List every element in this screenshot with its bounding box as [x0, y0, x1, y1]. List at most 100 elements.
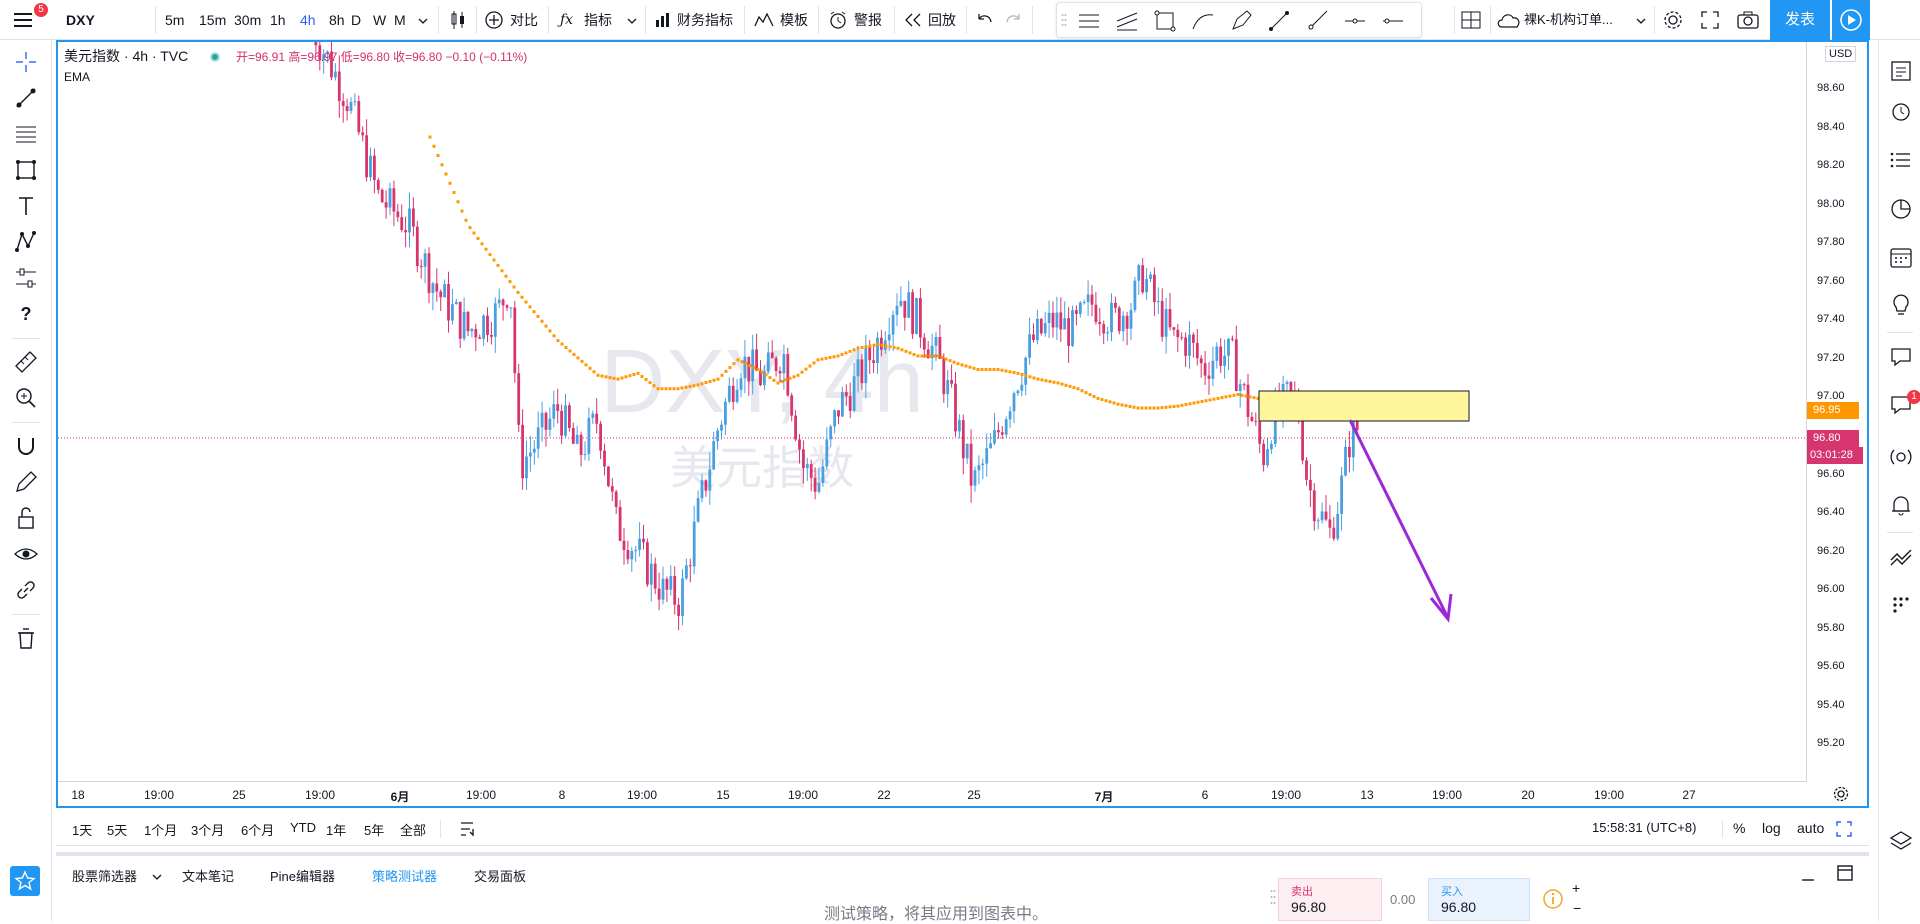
parallel-channel-icon[interactable] [1077, 9, 1101, 36]
indicators-button[interactable]: 指标 [584, 0, 612, 40]
settings-gear-icon[interactable] [1662, 9, 1684, 34]
maximize-chart-icon[interactable] [1836, 821, 1852, 840]
indicator-legend-ema[interactable]: EMA [64, 70, 527, 84]
publish-button[interactable]: 发表 [1770, 0, 1830, 40]
timeframe-M[interactable]: M [394, 0, 406, 40]
magnet-icon[interactable] [12, 432, 40, 460]
rectangle-tool-icon[interactable] [1153, 9, 1177, 36]
quantity-minus-icon[interactable]: − [1573, 900, 1581, 916]
alarm-clock-icon[interactable] [828, 10, 848, 33]
lock-icon[interactable] [12, 504, 40, 532]
geometric-shapes-icon[interactable] [12, 156, 40, 184]
go-to-date-icon[interactable] [458, 820, 478, 841]
camera-icon[interactable] [1736, 10, 1760, 33]
indicators-dropdown-icon[interactable] [627, 14, 637, 29]
curve-tool-icon[interactable] [1191, 9, 1215, 36]
range-6[interactable]: 1年 [326, 820, 346, 839]
trash-icon[interactable] [12, 624, 40, 652]
compare-icon[interactable] [484, 10, 504, 33]
maximize-panel-icon[interactable] [1836, 864, 1854, 885]
notifications-bell-icon[interactable] [1888, 492, 1914, 518]
clock-timezone[interactable]: 15:58:31 (UTC+8) [1592, 820, 1696, 835]
bottom-tab-1[interactable]: 文本笔记 [182, 866, 234, 885]
crosshair-icon[interactable] [12, 48, 40, 76]
data-window-icon[interactable] [1888, 148, 1914, 174]
price-chart[interactable]: DXY, 4h 美元指数 [58, 42, 1806, 781]
bottom-tab-4[interactable]: 交易面板 [474, 866, 526, 885]
undo-icon[interactable] [976, 12, 994, 31]
minimize-panel-icon[interactable] [1800, 868, 1816, 887]
info-icon[interactable] [1542, 888, 1564, 913]
timeframe-W[interactable]: W [373, 0, 386, 40]
watchlist-icon[interactable] [1888, 58, 1914, 84]
range-3[interactable]: 3个月 [191, 820, 224, 839]
bottom-tab-3[interactable]: 策略测试器 [372, 866, 437, 885]
screener-dropdown-icon[interactable] [152, 870, 162, 885]
compare-button[interactable]: 对比 [510, 0, 538, 40]
favorites-star-icon[interactable] [10, 866, 40, 896]
auto-toggle[interactable]: auto [1797, 820, 1824, 836]
cloud-icon[interactable] [1496, 11, 1522, 32]
regression-trend-icon[interactable] [1115, 9, 1139, 36]
price-scale[interactable]: USD 98.60 98.40 98.20 98.00 97.80 97.60 97.40 9… [1806, 42, 1867, 782]
chat-icon[interactable] [1888, 344, 1914, 370]
replay-button[interactable]: 回放 [928, 0, 956, 40]
financials-icon[interactable] [654, 11, 672, 32]
fullscreen-icon[interactable] [1700, 10, 1720, 33]
timeframe-30m[interactable]: 30m [234, 0, 261, 40]
dots-grid-icon[interactable] [1888, 592, 1914, 618]
trendline-tool-icon[interactable] [12, 84, 40, 112]
buy-button[interactable]: 买入 96.80 [1428, 878, 1530, 921]
drag-handle-icon[interactable] [1061, 13, 1067, 32]
layout-dropdown-icon[interactable] [1636, 14, 1646, 29]
ruler-icon[interactable] [12, 348, 40, 376]
range-5[interactable]: YTD [290, 820, 316, 835]
help-icon[interactable]: ? [12, 300, 40, 328]
currency-label[interactable]: USD [1825, 46, 1857, 62]
templates-icon[interactable] [754, 11, 774, 32]
zoom-in-icon[interactable] [12, 384, 40, 412]
ray-icon[interactable] [1305, 9, 1329, 36]
quantity-plus-icon[interactable]: + [1572, 880, 1580, 896]
layout-name[interactable]: 裸K-机构订单... [1524, 0, 1613, 40]
trendline-icon[interactable] [1267, 9, 1291, 36]
play-button[interactable] [1832, 0, 1870, 40]
trade-drag-handle-icon[interactable] [1270, 888, 1276, 913]
range-1[interactable]: 5天 [107, 820, 127, 839]
log-toggle[interactable]: log [1762, 820, 1781, 836]
layout-grid-icon[interactable] [1460, 10, 1482, 33]
projection-arrow[interactable] [1348, 419, 1453, 623]
layers-icon[interactable] [1888, 828, 1914, 854]
timeframe-dropdown-icon[interactable] [418, 14, 428, 29]
range-8[interactable]: 全部 [400, 820, 426, 839]
horizontal-ray-icon[interactable] [1343, 9, 1367, 36]
redo-icon[interactable] [1004, 12, 1022, 31]
horizontal-line-icon[interactable] [1381, 9, 1405, 36]
prediction-tools-icon[interactable] [12, 264, 40, 292]
timeframe-D[interactable]: D [351, 0, 361, 40]
legend-title[interactable]: 美元指数 · 4h · TVC [64, 48, 188, 64]
indicators-icon[interactable]: ƒx [560, 0, 573, 40]
alarm-icon[interactable] [1888, 98, 1914, 124]
fibonacci-icon[interactable] [12, 120, 40, 148]
sell-button[interactable]: 卖出 96.80 [1278, 878, 1382, 921]
range-0[interactable]: 1天 [72, 820, 92, 839]
visibility-eye-icon[interactable] [12, 540, 40, 568]
alert-button[interactable]: 警报 [854, 0, 882, 40]
bottom-tab-0[interactable]: 股票筛选器 [72, 866, 137, 885]
percent-toggle[interactable]: % [1733, 820, 1745, 836]
range-7[interactable]: 5年 [364, 820, 384, 839]
pine-scripts-icon[interactable] [1888, 544, 1914, 570]
menu-icon[interactable] [12, 10, 34, 30]
streams-icon[interactable] [1888, 444, 1914, 470]
range-4[interactable]: 6个月 [241, 820, 274, 839]
link-icon[interactable] [12, 576, 40, 604]
supply-zone-rectangle[interactable] [1258, 390, 1470, 422]
chart-settings-gear-icon[interactable] [1832, 785, 1850, 806]
hotlist-icon[interactable] [1888, 196, 1914, 222]
timeframe-8h[interactable]: 8h [329, 0, 345, 40]
calendar-icon[interactable] [1888, 244, 1914, 270]
bottom-tab-2[interactable]: Pine编辑器 [270, 866, 335, 885]
patterns-icon[interactable] [12, 228, 40, 256]
templates-button[interactable]: 模板 [780, 0, 808, 40]
